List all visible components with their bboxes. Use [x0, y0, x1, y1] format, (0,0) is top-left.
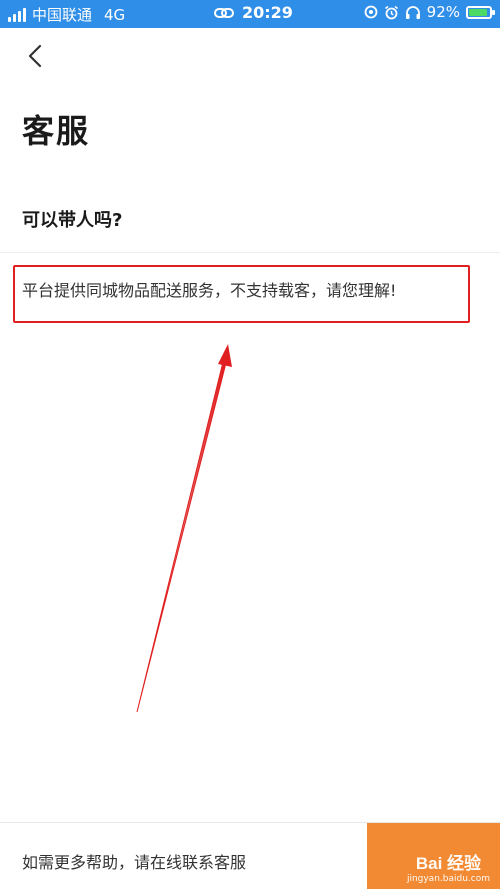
watermark-sub: jingyan.baidu.com [406, 874, 490, 884]
headphones-icon [405, 5, 420, 19]
clock-time: 20:29 [242, 3, 293, 22]
status-bar: 中国联通 4G 20:29 92% [0, 0, 500, 28]
chevron-left-icon[interactable] [22, 42, 50, 70]
network-label: 4G [104, 5, 126, 24]
battery-fill [469, 8, 488, 16]
status-center: 20:29 [214, 3, 293, 22]
location-icon [364, 5, 378, 19]
status-left: 中国联通 4G [8, 4, 125, 25]
signal-icon [8, 7, 26, 22]
contact-service-button[interactable]: Bai 经验 jingyan.baidu.com [367, 823, 500, 889]
bottom-bar: 如需更多帮助，请在线联系客服 Bai 经验 jingyan.baidu.com [0, 822, 500, 889]
link-icon [214, 7, 234, 18]
alarm-icon [384, 5, 398, 19]
help-text: 如需更多帮助，请在线联系客服 [22, 853, 247, 872]
battery-percent: 92% [426, 3, 460, 21]
page-title: 客服 [22, 112, 91, 150]
watermark-main: Bai 经验 [415, 854, 482, 873]
baidu-watermark: Bai 经验 jingyan.baidu.com [407, 849, 490, 884]
status-right: 92% [364, 3, 495, 21]
battery-icon [466, 5, 495, 19]
divider [0, 252, 500, 253]
carrier-label: 中国联通 [32, 6, 93, 24]
faq-question: 可以带人吗? [22, 210, 123, 231]
faq-answer: 平台提供同城物品配送服务，不支持载客，请您理解! [22, 281, 397, 300]
